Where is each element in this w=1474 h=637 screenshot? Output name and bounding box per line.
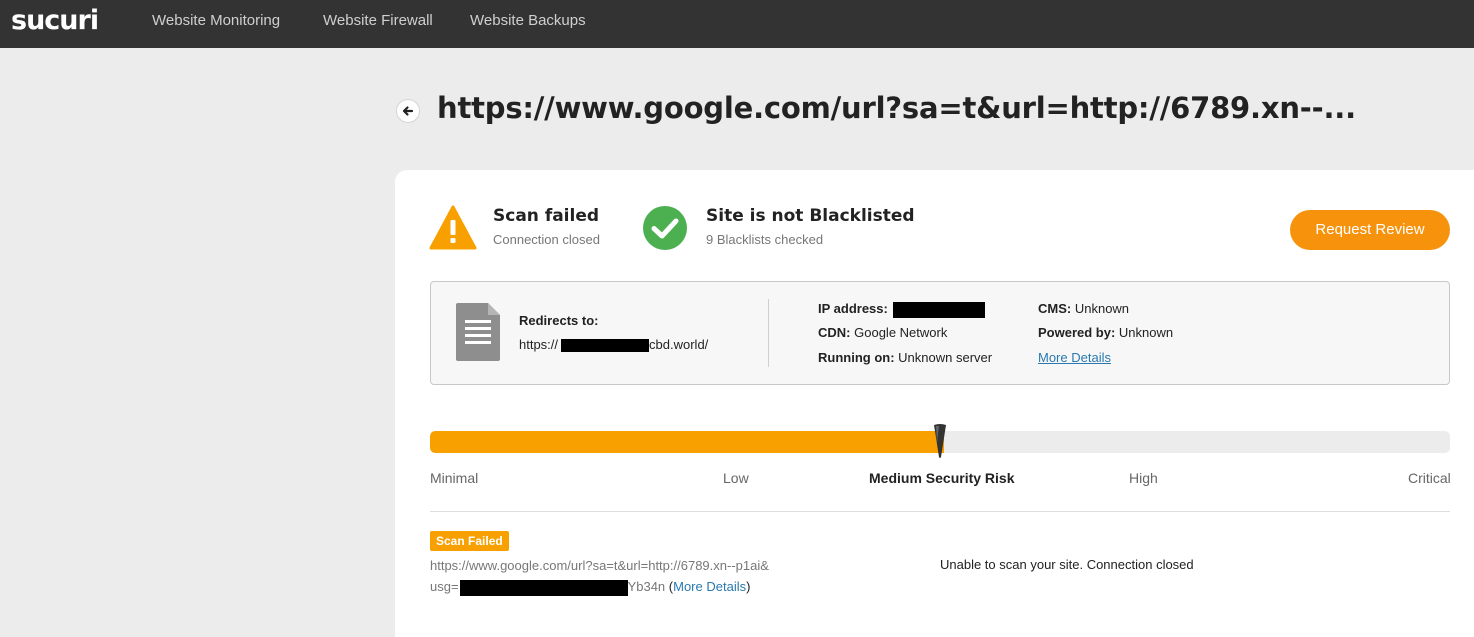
page-title: https://www.google.com/url?sa=t&url=http… xyxy=(437,91,1356,125)
info-divider xyxy=(768,299,769,367)
check-circle-icon xyxy=(643,206,687,250)
risk-label-medium: Medium Security Risk xyxy=(869,470,1015,486)
sucuri-logo[interactable]: sucuri xyxy=(11,5,99,36)
running-value: Unknown server xyxy=(898,350,993,365)
cms-row: CMS: Unknown xyxy=(1038,301,1129,316)
redacted-block xyxy=(459,579,628,596)
scan-url-line2: usg= Yb34n (More Details) xyxy=(430,579,750,596)
risk-label-critical: Critical xyxy=(1408,470,1451,486)
scan-url-line1: https://www.google.com/url?sa=t&url=http… xyxy=(430,558,769,573)
nav-website-monitoring[interactable]: Website Monitoring xyxy=(152,12,280,29)
running-on-row: Running on: Unknown server xyxy=(818,350,992,365)
redirects-value: https:// cbd.world/ xyxy=(519,337,709,353)
blacklist-status-title: Site is not Blacklisted xyxy=(706,206,915,226)
cms-value: Unknown xyxy=(1074,301,1130,316)
powered-value: Unknown xyxy=(1118,325,1174,340)
back-button[interactable] xyxy=(396,99,420,123)
scan-url-suffix: Yb34n xyxy=(627,579,666,594)
document-icon xyxy=(456,303,500,361)
risk-meter-fill xyxy=(430,431,944,453)
redacted-block xyxy=(893,301,986,318)
nav-website-firewall[interactable]: Website Firewall xyxy=(323,12,433,29)
powered-label: Powered by: xyxy=(1038,325,1116,340)
powered-by-row: Powered by: Unknown xyxy=(1038,325,1173,340)
scan-status-title: Scan failed xyxy=(493,206,600,226)
redirects-label: Redirects to: xyxy=(519,313,599,328)
section-divider xyxy=(430,511,1450,512)
risk-marker-icon xyxy=(934,424,946,458)
ip-address-row: IP address: xyxy=(818,301,986,318)
nav-website-backups[interactable]: Website Backups xyxy=(470,12,586,29)
running-label: Running on: xyxy=(818,350,895,365)
risk-label-minimal: Minimal xyxy=(430,470,479,486)
cms-label: CMS: xyxy=(1038,301,1072,316)
risk-label-low: Low xyxy=(723,470,749,486)
blacklist-status-subtitle: 9 Blacklists checked xyxy=(706,232,824,247)
arrow-left-icon xyxy=(402,106,414,116)
warning-triangle-icon xyxy=(429,205,477,250)
redirects-suffix: cbd.world/ xyxy=(649,337,709,352)
scan-failed-badge: Scan Failed xyxy=(430,531,509,551)
top-nav-bar: sucuri Website Monitoring Website Firewa… xyxy=(0,0,1474,48)
scan-more-details-link[interactable]: More Details xyxy=(673,579,746,594)
scan-url-prefix: usg= xyxy=(430,579,459,594)
cdn-value: Google Network xyxy=(854,325,948,340)
redirects-prefix: https:// xyxy=(519,337,559,352)
scan-status-subtitle: Connection closed xyxy=(493,232,600,247)
more-details-link[interactable]: More Details xyxy=(1038,350,1111,365)
scan-error-message: Unable to scan your site. Connection clo… xyxy=(940,557,1194,572)
cdn-label: CDN: xyxy=(818,325,851,340)
cdn-row: CDN: Google Network xyxy=(818,325,947,340)
redacted-block xyxy=(561,339,650,353)
paren-close: ) xyxy=(746,579,751,594)
request-review-button[interactable]: Request Review xyxy=(1290,210,1450,250)
risk-label-high: High xyxy=(1129,470,1158,486)
ip-label: IP address: xyxy=(818,301,888,316)
